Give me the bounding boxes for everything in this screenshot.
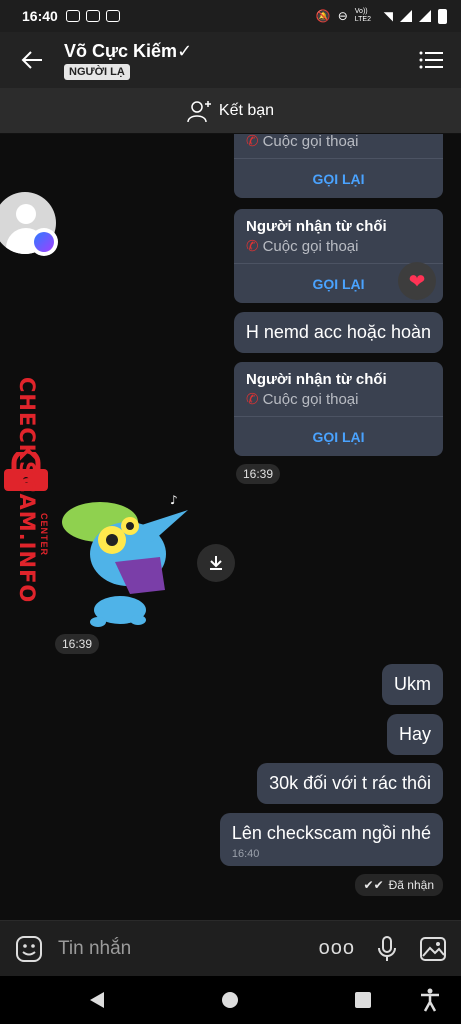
watermark-text: CHECKSCAM.INFO: [15, 377, 39, 604]
nav-recents-icon[interactable]: [355, 992, 371, 1008]
wifi-icon: ◥: [383, 9, 393, 23]
message-text: Lên checkscam ngồi nhé: [231, 823, 431, 843]
status-time: 16:40: [22, 8, 58, 24]
call-card-title: Người nhận từ chối: [246, 218, 387, 235]
double-check-icon: ✔✔: [363, 878, 384, 892]
frog-sticker[interactable]: ♪: [60, 492, 190, 632]
message-text: 30k đối với t rác thôi: [269, 773, 431, 793]
sim-notification-icon: [105, 10, 120, 22]
contact-title[interactable]: Võ Cực Kiếm✓ NGƯỜI LẠ: [64, 40, 401, 80]
heart-reaction-icon[interactable]: ❤: [398, 262, 436, 300]
message-time: 16:39: [236, 464, 281, 484]
missed-call-icon: ✆: [246, 238, 259, 255]
microphone-icon[interactable]: [377, 935, 397, 963]
message-text: Ukm: [394, 674, 431, 694]
list-menu-icon: [419, 51, 443, 69]
image-icon[interactable]: [419, 936, 447, 962]
more-button[interactable]: ooo: [319, 937, 355, 960]
system-navbar: [0, 976, 461, 1024]
messenger-notification-icon: [65, 10, 80, 22]
watermark-subtext: CENTER: [39, 513, 49, 557]
message-bubble[interactable]: Lên checkscam ngồi nhé 16:40: [219, 813, 443, 866]
accessibility-icon[interactable]: [420, 988, 440, 1012]
network-label: Vo)) LTE2: [354, 8, 371, 23]
add-friend-label: Kết bạn: [218, 101, 275, 119]
callback-button[interactable]: GỌI LẠI: [234, 158, 443, 198]
callback-button[interactable]: GỌI LẠI: [234, 416, 443, 456]
message-text: H nemd acc hoặc hoàn: [245, 322, 431, 342]
emoji-button[interactable]: [0, 935, 58, 963]
signal2-icon: [419, 10, 431, 22]
call-card-subtitle: Cuộc gọi thoại: [262, 237, 359, 255]
chat-header: Võ Cực Kiếm✓ NGƯỜI LẠ: [0, 32, 461, 88]
composer: Tin nhắn ooo: [0, 920, 461, 976]
contact-name: Võ Cực Kiếm✓: [64, 41, 193, 61]
mute-icon: 🔕: [315, 9, 331, 23]
call-card-subtitle: Cuộc gọi thoại: [262, 134, 359, 150]
download-button[interactable]: [197, 544, 235, 582]
download-icon: [210, 556, 222, 570]
missed-call-icon: ✆: [246, 391, 259, 408]
back-button[interactable]: [0, 32, 64, 88]
message-bubble[interactable]: 30k đối với t rác thôi: [257, 763, 443, 804]
back-arrow-icon: [21, 51, 42, 69]
chat-area[interactable]: ✆ Cuộc gọi thoại GỌI LẠI Người nhận từ c…: [0, 134, 461, 920]
sticker-icon: [16, 935, 42, 962]
nav-back-icon[interactable]: [88, 991, 106, 1009]
message-bubble[interactable]: H nemd acc hoặc hoàn: [233, 312, 443, 353]
dnd-icon: ⊖: [337, 9, 348, 23]
battery-icon: [438, 8, 447, 24]
call-card: Người nhận từ chối ✆ Cuộc gọi thoại GỌI …: [234, 362, 443, 456]
zalo-notification-icon: [85, 10, 100, 22]
delivery-status: ✔✔ Đã nhận: [354, 874, 443, 896]
svg-text:♪: ♪: [170, 493, 178, 507]
options-button[interactable]: [401, 32, 461, 88]
call-card: ✆ Cuộc gọi thoại GỌI LẠI: [234, 134, 443, 198]
stranger-badge: NGƯỜI LẠ: [64, 64, 130, 80]
call-card-title: Người nhận từ chối: [246, 371, 387, 388]
signal-icon: [400, 10, 412, 22]
add-friend-button[interactable]: Kết bạn: [0, 88, 461, 134]
message-time: 16:40: [231, 848, 260, 860]
message-input[interactable]: Tin nhắn: [58, 938, 319, 960]
message-text: Hay: [398, 724, 431, 744]
call-card-subtitle: Cuộc gọi thoại: [262, 390, 359, 408]
message-bubble[interactable]: Ukm: [382, 664, 443, 705]
nav-home-icon[interactable]: [221, 991, 239, 1009]
delivery-status-label: Đã nhận: [388, 878, 434, 892]
message-time: 16:39: [55, 634, 100, 654]
status-bar: 16:40 🔕 ⊖ Vo)) LTE2 ◥: [0, 0, 461, 32]
message-bubble[interactable]: Hay: [386, 714, 443, 755]
missed-call-icon: ✆: [246, 134, 259, 150]
messenger-icon: [30, 228, 58, 256]
add-user-icon: [187, 100, 211, 122]
